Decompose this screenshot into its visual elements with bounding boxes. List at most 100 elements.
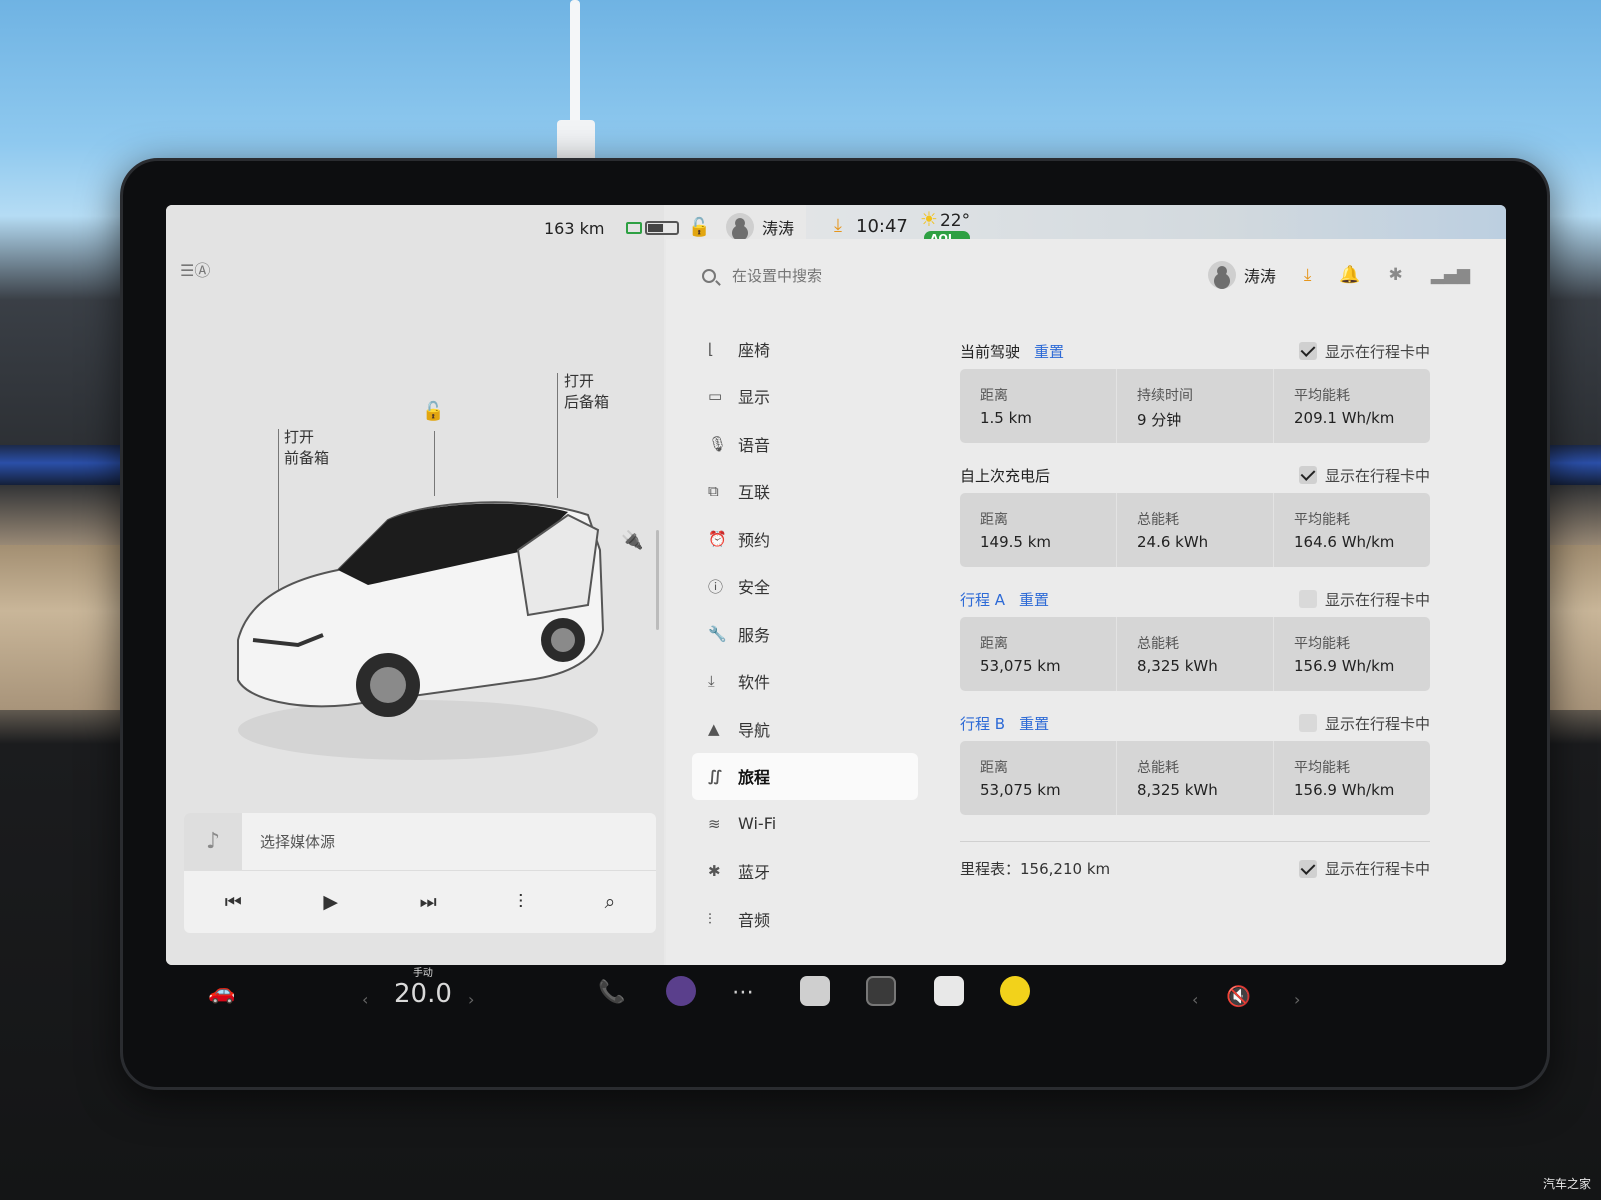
media-search-icon[interactable]: ⌕ (605, 891, 616, 913)
driver-name: 涛涛 (762, 219, 795, 238)
menu-item-4[interactable]: ⏰ 预约 (692, 515, 918, 563)
menu-item-7[interactable]: ⤓ 软件 (692, 658, 918, 706)
stat-key: 总能耗 (1137, 760, 1179, 776)
trip-icon: ∬ (708, 767, 722, 786)
range-display: 163 km (544, 219, 605, 238)
panel-scrollbar[interactable] (656, 530, 659, 630)
menu-item-label: 互联 (738, 483, 771, 503)
media-source-label: 选择媒体源 (260, 833, 336, 851)
checkbox-icon (1298, 714, 1317, 732)
reset-button[interactable]: 重置 (1019, 715, 1049, 733)
show-in-trip-card-checkbox[interactable]: 显示在行程卡中 (1298, 341, 1430, 362)
stat-value: 53,075 km (980, 781, 1061, 799)
menu-item-12[interactable]: ⫶ 音频 (692, 895, 918, 943)
weather-widget[interactable]: ☀22° AQI 18 (920, 207, 971, 259)
temp-down-arrow[interactable]: ‹ (362, 990, 368, 1009)
checkbox-label: 显示在行程卡中 (1324, 590, 1430, 609)
car-icon[interactable]: 🚗 (208, 980, 235, 1005)
menu-item-6[interactable]: 🔧 服务 (692, 610, 918, 658)
checkbox-icon (1298, 859, 1317, 878)
odometer-value: 156,210 km (1020, 860, 1111, 878)
music-app-icon[interactable] (1000, 976, 1030, 1006)
usb-plug (557, 120, 595, 162)
volume-down-arrow[interactable]: ‹ (1192, 990, 1198, 1009)
menu-item-label: 服务 (738, 625, 771, 645)
show-in-trip-card-checkbox[interactable]: 显示在行程卡中 (1298, 713, 1430, 734)
mic-icon: 🎙 (708, 434, 728, 453)
menu-item-9[interactable]: ∬ 旅程 (692, 752, 918, 800)
trip-content: 当前驾驶 重置 显示在行程卡中 距离 1.5 km 持续时间 9 分钟 平均能耗 209.1 W… (960, 339, 1430, 879)
menu-item-11[interactable]: ✱ 蓝牙 (692, 848, 918, 896)
menu-item-label: 软件 (738, 673, 771, 693)
media-source-selector[interactable]: ♪ 选择媒体源 (184, 813, 656, 871)
trip-section: 自上次充电后 显示在行程卡中 距离 149.5 km 总能耗 24.6 kWh 平均能耗 16… (960, 463, 1430, 567)
bluetooth-icon[interactable]: ✱ (1389, 265, 1403, 285)
download-icon[interactable]: ⤓ (1304, 265, 1312, 285)
volume-up-arrow[interactable]: › (1294, 990, 1300, 1009)
stat-key: 平均能耗 (1294, 512, 1350, 528)
reset-button[interactable]: 重置 (1034, 343, 1064, 361)
menu-item-label: Wi-Fi (738, 814, 777, 834)
settings-search-input[interactable] (732, 267, 1032, 285)
touchscreen: ☰Ⓐ 打开 前备箱 打开 后备箱 🔓 🔌 ♪ 选择媒体源 ⏮ ▶ ⏭ ⫶ ⌕ 1… (166, 205, 1506, 965)
stat-key: 总能耗 (1137, 512, 1179, 528)
music-note-icon: ♪ (184, 813, 242, 871)
menu-item-1[interactable]: ▭ 显示 (692, 373, 918, 421)
menu-item-5[interactable]: ⓘ 安全 (692, 563, 918, 611)
menu-item-label: 显示 (738, 388, 771, 408)
download-icon: ⤓ (708, 672, 715, 691)
theater-app-icon[interactable] (934, 976, 964, 1006)
menu-item-label: 导航 (738, 720, 771, 740)
phone-icon[interactable]: 📞 (598, 980, 625, 1005)
settings-profile[interactable]: 涛涛 (1207, 261, 1276, 289)
bell-icon[interactable]: 🔔 (1339, 265, 1360, 285)
wrench-icon: 🔧 (708, 624, 727, 643)
camera-app-icon[interactable] (666, 976, 696, 1006)
trunk-action-label: 打开 (564, 372, 595, 390)
show-in-trip-card-checkbox[interactable]: 显示在行程卡中 (1298, 465, 1430, 486)
odometer-row: 里程表：156,210 km 显示在行程卡中 (960, 841, 1430, 879)
stat-cell: 总能耗 8,325 kWh (1117, 617, 1274, 691)
stat-key: 距离 (980, 760, 1008, 776)
manual-app-icon[interactable] (800, 976, 830, 1006)
show-in-trip-card-checkbox[interactable]: 显示在行程卡中 (1298, 589, 1430, 610)
play-icon[interactable]: ▶ (323, 891, 338, 913)
checkbox-label: 显示在行程卡中 (1324, 714, 1430, 733)
checkbox-label: 显示在行程卡中 (1324, 860, 1430, 878)
stat-value: 8,325 kWh (1137, 781, 1218, 799)
stat-cell: 平均能耗 156.9 Wh/km (1274, 741, 1430, 815)
menu-item-label: 语音 (738, 435, 771, 455)
previous-icon[interactable]: ⏮ (225, 891, 242, 913)
climate-control[interactable]: 手动 20.0 (394, 964, 452, 1009)
odometer-label: 里程表： (960, 860, 1021, 878)
menu-item-10[interactable]: ≋ Wi-Fi (692, 800, 918, 848)
menu-item-2[interactable]: 🎙 语音 (692, 420, 918, 468)
odometer-show-checkbox[interactable]: 显示在行程卡中 (1298, 858, 1430, 879)
download-icon[interactable]: ⤓ (834, 215, 842, 236)
unlock-icon[interactable]: 🔓 (422, 401, 444, 422)
auto-headlight-icon[interactable]: ☰Ⓐ (180, 257, 210, 281)
menu-item-0[interactable]: ⌊ 座椅 (692, 325, 918, 373)
equalizer-icon[interactable]: ⫶ (518, 891, 523, 913)
menu-item-3[interactable]: ⧉ 互联 (692, 468, 918, 516)
dashcam-app-icon[interactable] (866, 976, 896, 1006)
trunk-open-button[interactable]: 打开 后备箱 (564, 371, 609, 413)
stat-cell: 距离 1.5 km (960, 369, 1117, 443)
temp-up-arrow[interactable]: › (468, 990, 474, 1009)
lock-icon[interactable]: 🔓 (688, 217, 710, 238)
reset-button[interactable]: 重置 (1019, 591, 1049, 609)
driver-profile[interactable]: 涛涛 (726, 213, 794, 241)
mute-icon[interactable]: 🔇 (1226, 984, 1251, 1008)
menu-item-8[interactable]: ▲ 导航 (692, 705, 918, 753)
more-apps-icon[interactable]: ⋯ (732, 980, 754, 1005)
charge-port-icon[interactable]: 🔌 (621, 530, 643, 551)
stat-cell: 平均能耗 209.1 Wh/km (1274, 369, 1430, 443)
menu-item-label: 预约 (738, 530, 771, 550)
stat-cell: 距离 53,075 km (960, 741, 1117, 815)
frunk-open-button[interactable]: 打开 前备箱 (284, 427, 329, 469)
next-icon[interactable]: ⏭ (420, 891, 437, 913)
display-icon: ▭ (708, 387, 723, 406)
stat-key: 平均能耗 (1294, 636, 1350, 652)
taskbar: 🚗 ‹ 手动 20.0 › 📞 ⋯ ‹ 🔇 › (166, 960, 1506, 1040)
menu-item-label: 安全 (738, 578, 771, 598)
